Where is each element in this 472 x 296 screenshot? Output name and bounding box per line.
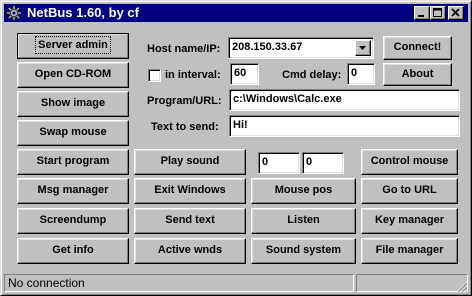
host-value: 208.150.33.67 (232, 41, 303, 53)
control-mouse-button[interactable]: Control mouse (361, 149, 458, 175)
server-admin-button[interactable]: Server admin (17, 33, 129, 59)
start-program-button[interactable]: Start program (17, 149, 129, 175)
close-button[interactable] (448, 6, 464, 20)
text-to-send-field[interactable]: Hi! (229, 115, 460, 137)
server-admin-label: Server admin (35, 36, 111, 54)
cmd-delay-label: Cmd delay: (282, 69, 342, 81)
window-title: NetBus 1.60, by cf (27, 5, 139, 20)
program-url-field[interactable]: c:\Windows\Calc.exe (229, 89, 460, 111)
file-manager-button[interactable]: File manager (361, 238, 458, 264)
program-label: Program/URL: (147, 95, 222, 107)
host-dropdown-button[interactable] (355, 40, 371, 56)
interval-field[interactable]: 60 (230, 63, 259, 85)
text-to-send-label: Text to send: (151, 121, 219, 133)
send-text-button[interactable]: Send text (134, 208, 246, 234)
title-bar[interactable]: NetBus 1.60, by cf (4, 4, 468, 22)
sound-system-button[interactable]: Sound system (251, 238, 356, 264)
host-label: Host name/IP: (147, 43, 221, 55)
status-text: No connection (4, 274, 354, 292)
netbus-window: NetBus 1.60, by cf Server admin Open CD-… (0, 0, 472, 296)
maximize-icon (433, 8, 442, 17)
key-manager-button[interactable]: Key manager (361, 208, 458, 234)
go-to-url-button[interactable]: Go to URL (361, 178, 458, 204)
show-image-button[interactable]: Show image (17, 91, 129, 117)
interval-label: in interval: (165, 69, 221, 81)
resize-grip-icon[interactable] (456, 281, 468, 293)
status-bar: No connection (4, 273, 468, 293)
minimize-button[interactable] (414, 6, 430, 20)
swap-mouse-button[interactable]: Swap mouse (17, 120, 129, 146)
minimize-icon (418, 15, 424, 17)
get-info-button[interactable]: Get info (17, 238, 129, 264)
mouse-y-field[interactable]: 0 (302, 152, 344, 174)
chevron-down-icon (359, 46, 366, 50)
cmd-delay-field[interactable]: 0 (347, 63, 375, 85)
netbus-gear-icon (6, 5, 22, 21)
screendump-button[interactable]: Screendump (17, 208, 129, 234)
play-sound-button[interactable]: Play sound (134, 149, 246, 175)
about-button[interactable]: About (383, 63, 452, 86)
maximize-button[interactable] (430, 6, 446, 20)
status-panel-empty (356, 274, 468, 292)
close-icon (451, 8, 460, 17)
active-wnds-button[interactable]: Active wnds (134, 238, 246, 264)
open-cdrom-button[interactable]: Open CD-ROM (17, 62, 129, 88)
mouse-x-field[interactable]: 0 (258, 152, 300, 174)
mouse-pos-button[interactable]: Mouse pos (251, 178, 356, 204)
exit-windows-button[interactable]: Exit Windows (134, 178, 246, 204)
listen-button[interactable]: Listen (251, 208, 356, 234)
host-combobox[interactable]: 208.150.33.67 (228, 37, 374, 59)
msg-manager-button[interactable]: Msg manager (17, 178, 129, 204)
connect-button[interactable]: Connect! (383, 36, 452, 60)
interval-checkbox[interactable] (148, 69, 161, 82)
